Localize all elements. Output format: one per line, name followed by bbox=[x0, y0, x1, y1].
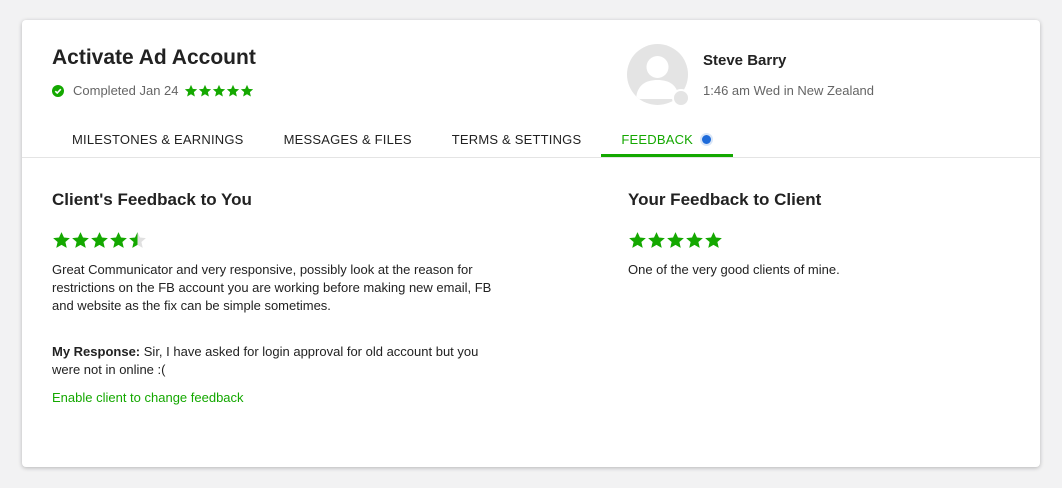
tab-terms-settings[interactable]: TERMS & SETTINGS bbox=[432, 124, 602, 157]
page-title: Activate Ad Account bbox=[52, 46, 256, 69]
star-icon bbox=[686, 232, 703, 248]
star-icon bbox=[667, 232, 684, 248]
your-feedback-comment: One of the very good clients of mine. bbox=[628, 262, 840, 277]
status-stars bbox=[184, 84, 254, 98]
star-icon bbox=[184, 84, 197, 96]
contract-card: Activate Ad Account Completed Jan 24 Ste… bbox=[22, 20, 1040, 467]
status-text: Completed Jan 24 bbox=[73, 83, 179, 98]
your-feedback-stars bbox=[628, 231, 723, 250]
my-response: My Response: Sir, I have asked for login… bbox=[52, 343, 502, 379]
client-name[interactable]: Steve Barry bbox=[703, 52, 786, 69]
star-icon bbox=[240, 84, 253, 96]
star-icon bbox=[212, 84, 225, 96]
star-icon bbox=[53, 232, 70, 248]
notification-dot bbox=[700, 133, 714, 146]
enable-change-feedback-link[interactable]: Enable client to change feedback bbox=[52, 390, 244, 405]
star-icon bbox=[91, 232, 108, 248]
client-feedback-stars bbox=[52, 231, 147, 250]
star-icon bbox=[226, 84, 239, 96]
tab-divider bbox=[22, 157, 1040, 158]
star-icon bbox=[648, 232, 665, 248]
tab-bar: MILESTONES & EARNINGS MESSAGES & FILES T… bbox=[52, 124, 734, 157]
client-feedback-heading: Client's Feedback to You bbox=[52, 190, 252, 209]
client-feedback-comment: Great Communicator and very responsive, … bbox=[52, 262, 492, 313]
tab-messages-files[interactable]: MESSAGES & FILES bbox=[264, 124, 432, 157]
client-local-time: 1:46 am Wed in New Zealand bbox=[703, 83, 875, 98]
star-icon bbox=[705, 232, 722, 248]
your-feedback-heading: Your Feedback to Client bbox=[628, 190, 822, 209]
star-icon bbox=[629, 232, 646, 248]
my-response-label: My Response: bbox=[52, 344, 141, 359]
tab-feedback[interactable]: FEEDBACK bbox=[601, 124, 734, 157]
tab-feedback-label: FEEDBACK bbox=[621, 132, 694, 147]
tab-milestones-earnings[interactable]: MILESTONES & EARNINGS bbox=[52, 124, 264, 157]
status-row: Completed Jan 24 bbox=[52, 83, 254, 98]
check-circle-icon bbox=[52, 84, 64, 97]
online-status-dot bbox=[672, 89, 690, 107]
star-icon bbox=[129, 232, 146, 248]
star-icon bbox=[72, 232, 89, 248]
star-icon bbox=[198, 84, 211, 96]
star-icon bbox=[110, 232, 127, 248]
